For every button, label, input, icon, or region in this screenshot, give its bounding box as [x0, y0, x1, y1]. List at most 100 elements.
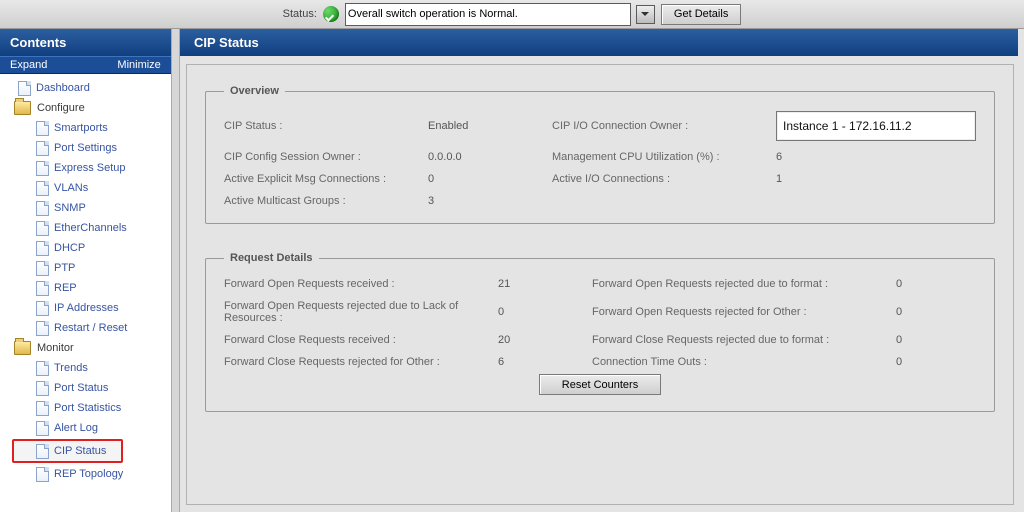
label-fo-rej-format: Forward Open Requests rejected due to fo… — [592, 278, 882, 290]
value-active-explicit: 0 — [428, 173, 538, 185]
label-active-multicast: Active Multicast Groups : — [224, 195, 414, 207]
nav-group-configure[interactable]: Configure — [4, 98, 171, 118]
reset-counters-button[interactable]: Reset Counters — [539, 374, 661, 395]
nav-item-label: Dashboard — [36, 82, 90, 94]
status-dropdown-chevron-icon[interactable] — [636, 5, 655, 24]
nav-item-port-status[interactable]: Port Status — [4, 378, 171, 398]
nav-item-express-setup[interactable]: Express Setup — [4, 158, 171, 178]
folder-open-icon — [14, 341, 31, 355]
nav-item-dhcp[interactable]: DHCP — [4, 238, 171, 258]
value-active-io: 1 — [776, 173, 976, 185]
value-fc-rej-other: 6 — [498, 356, 578, 368]
document-icon — [36, 301, 49, 316]
nav-item-label: VLANs — [54, 182, 88, 194]
overview-legend: Overview — [224, 85, 285, 97]
pane-divider[interactable] — [171, 29, 180, 512]
nav-item-trends[interactable]: Trends — [4, 358, 171, 378]
value-fo-recv: 21 — [498, 278, 578, 290]
label-cip-config-owner: CIP Config Session Owner : — [224, 151, 414, 163]
document-icon — [36, 321, 49, 336]
nav-item-label: Port Settings — [54, 142, 117, 154]
value-fc-recv: 20 — [498, 334, 578, 346]
nav-item-rep-topology[interactable]: REP Topology — [4, 464, 171, 484]
document-icon — [36, 467, 49, 482]
folder-open-icon — [14, 101, 31, 115]
nav-item-label: SNMP — [54, 202, 86, 214]
label-conn-timeouts: Connection Time Outs : — [592, 356, 882, 368]
request-details-fieldset: Request Details Forward Open Requests re… — [205, 252, 995, 412]
nav-item-port-settings[interactable]: Port Settings — [4, 138, 171, 158]
value-active-multicast: 3 — [428, 195, 538, 207]
nav-item-label: IP Addresses — [54, 302, 119, 314]
document-icon — [36, 401, 49, 416]
value-fo-rej-other: 0 — [896, 306, 956, 318]
label-fc-recv: Forward Close Requests received : — [224, 334, 484, 346]
nav-item-ip-addresses[interactable]: IP Addresses — [4, 298, 171, 318]
document-icon — [36, 444, 49, 459]
nav-item-label: Port Statistics — [54, 402, 121, 414]
label-mgmt-cpu: Management CPU Utilization (%) : — [552, 151, 762, 163]
document-icon — [36, 421, 49, 436]
content-panel: CIP Status Overview CIP Status : Enabled… — [180, 29, 1024, 512]
nav-item-label: DHCP — [54, 242, 85, 254]
label-fo-rej-other: Forward Open Requests rejected for Other… — [592, 306, 882, 318]
nav-item-vlans[interactable]: VLANs — [4, 178, 171, 198]
nav-item-etherchannels[interactable]: EtherChannels — [4, 218, 171, 238]
document-icon — [36, 141, 49, 156]
value-fc-rej-format: 0 — [896, 334, 956, 346]
status-label: Status: — [283, 8, 317, 20]
document-icon — [36, 161, 49, 176]
document-icon — [36, 221, 49, 236]
nav-item-alert-log[interactable]: Alert Log — [4, 418, 171, 438]
label-fc-rej-format: Forward Close Requests rejected due to f… — [592, 334, 882, 346]
label-active-io: Active I/O Connections : — [552, 173, 762, 185]
request-details-legend: Request Details — [224, 252, 319, 264]
document-icon — [18, 81, 31, 96]
nav-item-snmp[interactable]: SNMP — [4, 198, 171, 218]
nav-item-label: Alert Log — [54, 422, 98, 434]
label-fc-rej-other: Forward Close Requests rejected for Othe… — [224, 356, 484, 368]
nav-expand[interactable]: Expand — [10, 59, 47, 71]
nav-item-rep[interactable]: REP — [4, 278, 171, 298]
value-cip-config-owner: 0.0.0.0 — [428, 151, 538, 163]
label-cip-io-owner: CIP I/O Connection Owner : — [552, 120, 762, 132]
value-fo-rej-format: 0 — [896, 278, 956, 290]
nav-group-label: Monitor — [37, 342, 74, 354]
nav-item-restart-reset[interactable]: Restart / Reset — [4, 318, 171, 338]
nav-item-ptp[interactable]: PTP — [4, 258, 171, 278]
label-fo-recv: Forward Open Requests received : — [224, 278, 484, 290]
nav-item-dashboard[interactable]: Dashboard — [4, 78, 171, 98]
document-icon — [36, 361, 49, 376]
status-bar: Status: Get Details — [0, 0, 1024, 29]
page-title: CIP Status — [180, 29, 1018, 56]
value-cip-status: Enabled — [428, 120, 538, 132]
document-icon — [36, 121, 49, 136]
nav-item-label: Restart / Reset — [54, 322, 127, 334]
nav-minimize[interactable]: Minimize — [117, 59, 160, 71]
value-mgmt-cpu: 6 — [776, 151, 976, 163]
document-icon — [36, 261, 49, 276]
nav-item-label: Trends — [54, 362, 88, 374]
nav-group-label: Configure — [37, 102, 85, 114]
nav-item-smartports[interactable]: Smartports — [4, 118, 171, 138]
label-fo-rej-lack: Forward Open Requests rejected due to La… — [224, 300, 484, 324]
label-cip-status: CIP Status : — [224, 120, 414, 132]
document-icon — [36, 381, 49, 396]
nav-item-label: EtherChannels — [54, 222, 127, 234]
nav-item-port-statistics[interactable]: Port Statistics — [4, 398, 171, 418]
get-details-button[interactable]: Get Details — [661, 4, 741, 25]
nav-item-label: CIP Status — [54, 445, 106, 457]
status-message-field[interactable] — [345, 3, 631, 26]
value-fo-rej-lack: 0 — [498, 306, 578, 318]
label-active-explicit: Active Explicit Msg Connections : — [224, 173, 414, 185]
overview-fieldset: Overview CIP Status : Enabled CIP I/O Co… — [205, 85, 995, 224]
nav-group-monitor[interactable]: Monitor — [4, 338, 171, 358]
nav-panel: Contents Expand Minimize Dashboard Confi… — [0, 29, 171, 512]
value-conn-timeouts: 0 — [896, 356, 956, 368]
nav-actions: Expand Minimize — [0, 56, 171, 74]
status-ok-icon — [323, 6, 339, 22]
nav-item-label: Smartports — [54, 122, 108, 134]
nav-item-cip-status[interactable]: CIP Status — [12, 439, 123, 463]
nav-item-label: Express Setup — [54, 162, 126, 174]
nav-item-label: REP — [54, 282, 77, 294]
